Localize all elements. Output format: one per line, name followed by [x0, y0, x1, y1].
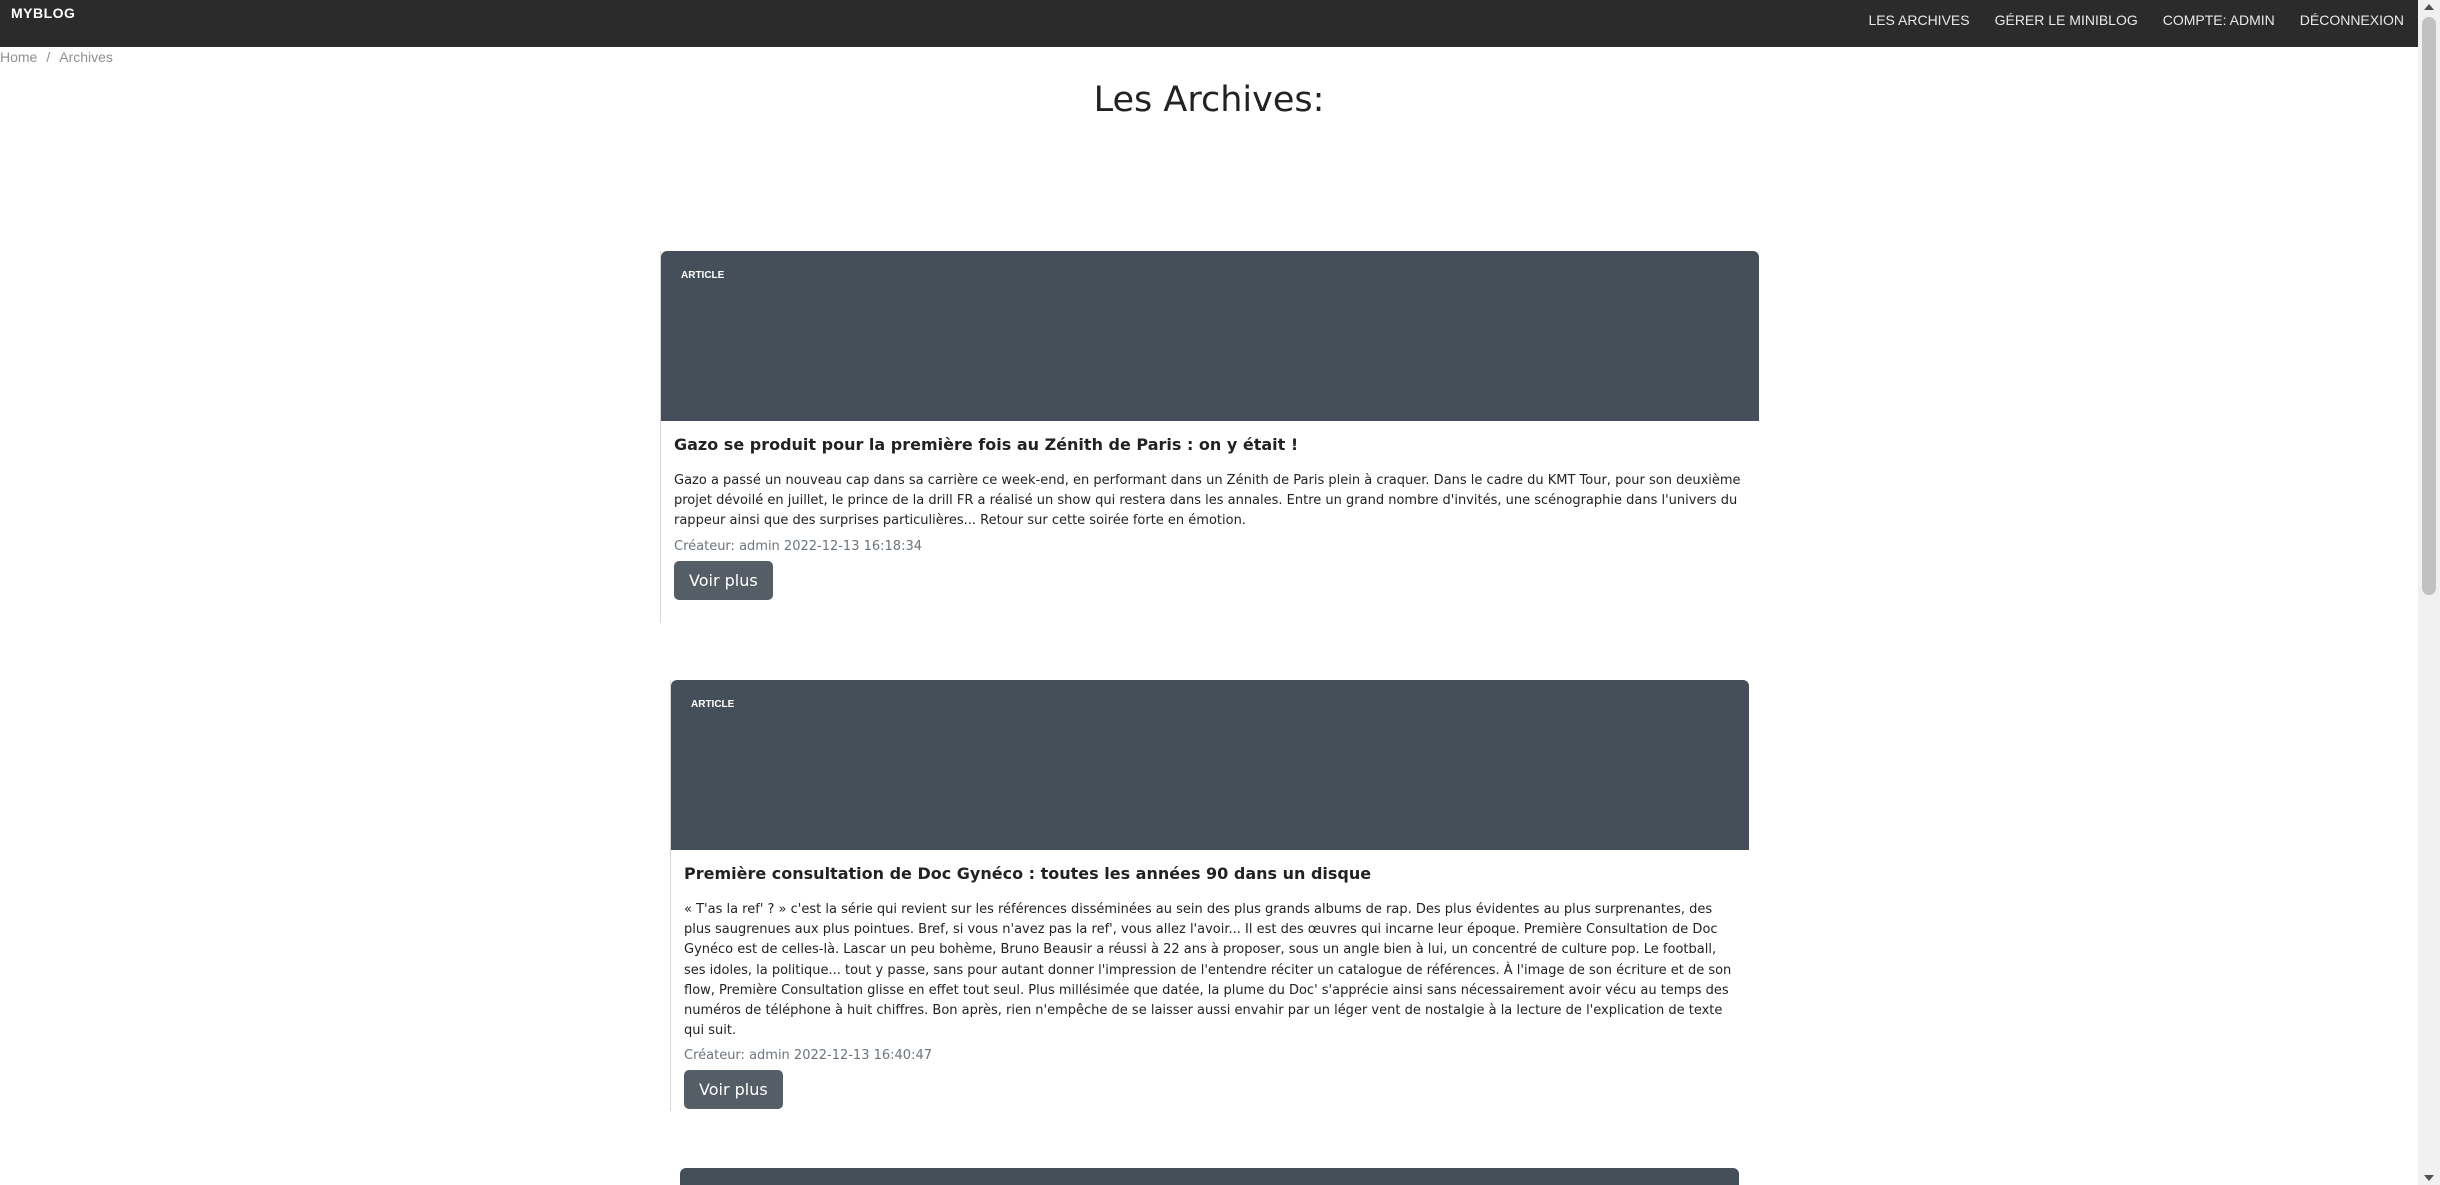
article-card-header: ARTICLE	[671, 680, 1749, 850]
scrollbar-thumb[interactable]	[2422, 17, 2436, 595]
article-card-header: ARTICLE	[661, 251, 1759, 421]
breadcrumb-current: Archives	[59, 49, 113, 65]
nav-link-manage-miniblog[interactable]: GÉRER LE MINIBLOG	[1995, 12, 2138, 28]
nav-link-logout[interactable]: DÉCONNEXION	[2300, 12, 2404, 28]
article-card-body: Première consultation de Doc Gynéco : to…	[671, 864, 1749, 1110]
brand-logo[interactable]: MYBLOG	[11, 5, 75, 21]
scroll-down-arrow-icon[interactable]	[2424, 1175, 2434, 1181]
read-more-button[interactable]: Voir plus	[674, 560, 773, 600]
article-card: ARTICLE Gazo se produit pour la première…	[660, 251, 1759, 623]
scrollbar[interactable]	[2418, 0, 2440, 1185]
article-card	[680, 1168, 1739, 1185]
article-title: Gazo se produit pour la première fois au…	[674, 435, 1299, 454]
article-title: Première consultation de Doc Gynéco : to…	[684, 864, 1372, 883]
read-more-button[interactable]: Voir plus	[684, 1070, 783, 1110]
breadcrumb-home[interactable]: Home	[0, 49, 37, 65]
article-badge: ARTICLE	[681, 270, 725, 281]
nav-link-account[interactable]: COMPTE: ADMIN	[2163, 12, 2275, 28]
article-excerpt: Gazo a passé un nouveau cap dans sa carr…	[674, 473, 1741, 529]
scroll-up-arrow-icon[interactable]	[2424, 4, 2434, 10]
nav-links: LES ARCHIVES GÉRER LE MINIBLOG COMPTE: A…	[1868, 12, 2418, 28]
article-meta: Créateur: admin 2022-12-13 16:18:34	[674, 538, 922, 554]
top-navbar: MYBLOG LES ARCHIVES GÉRER LE MINIBLOG CO…	[0, 0, 2418, 47]
article-badge: ARTICLE	[691, 699, 735, 710]
article-card: ARTICLE Première consultation de Doc Gyn…	[670, 680, 1749, 1111]
nav-link-archives[interactable]: LES ARCHIVES	[1868, 12, 1969, 28]
breadcrumb: Home / Archives	[0, 49, 113, 65]
article-excerpt: « T'as la ref' ? » c'est la série qui re…	[684, 902, 1732, 1039]
article-card-header	[680, 1168, 1739, 1185]
article-card-body: Gazo se produit pour la première fois au…	[661, 435, 1759, 600]
breadcrumb-separator: /	[46, 49, 51, 65]
article-meta: Créateur: admin 2022-12-13 16:40:47	[684, 1048, 932, 1064]
page-title: Les Archives:	[1093, 80, 1325, 120]
